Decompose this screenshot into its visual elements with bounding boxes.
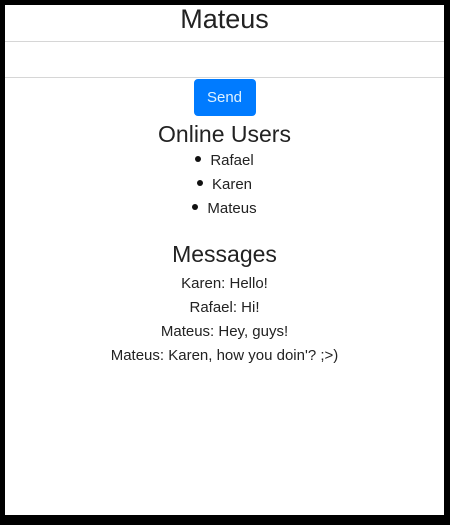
- user-name: Rafael: [210, 152, 254, 169]
- page-title: Mateus: [180, 5, 269, 34]
- message-item: Rafael: Hi!: [189, 299, 260, 316]
- message-item: Mateus: Karen, how you doin'? ;>): [110, 347, 339, 364]
- bullet-icon: [196, 180, 203, 187]
- user-name: Karen: [211, 176, 253, 193]
- messages-list: Karen: Hello! Rafael: Hi! Mateus: Hey, g…: [5, 272, 444, 368]
- message-input[interactable]: [5, 41, 444, 78]
- bullet-icon: [195, 156, 202, 163]
- app-window: Mateus Send Online Users Rafael Karen Ma…: [5, 5, 444, 515]
- bullet-icon: [192, 204, 199, 211]
- send-row: Send: [5, 79, 444, 116]
- user-name: Mateus: [207, 200, 257, 217]
- message-item: Mateus: Hey, guys!: [160, 323, 289, 340]
- list-item: Mateus: [5, 197, 444, 221]
- send-button[interactable]: Send: [193, 79, 256, 116]
- online-users-title: Online Users: [158, 121, 291, 147]
- online-users-list: Rafael Karen Mateus: [5, 149, 444, 221]
- messages-title: Messages: [172, 241, 277, 267]
- list-item: Rafael: [5, 149, 444, 173]
- list-item: Karen: [5, 173, 444, 197]
- message-item: Karen: Hello!: [181, 275, 268, 292]
